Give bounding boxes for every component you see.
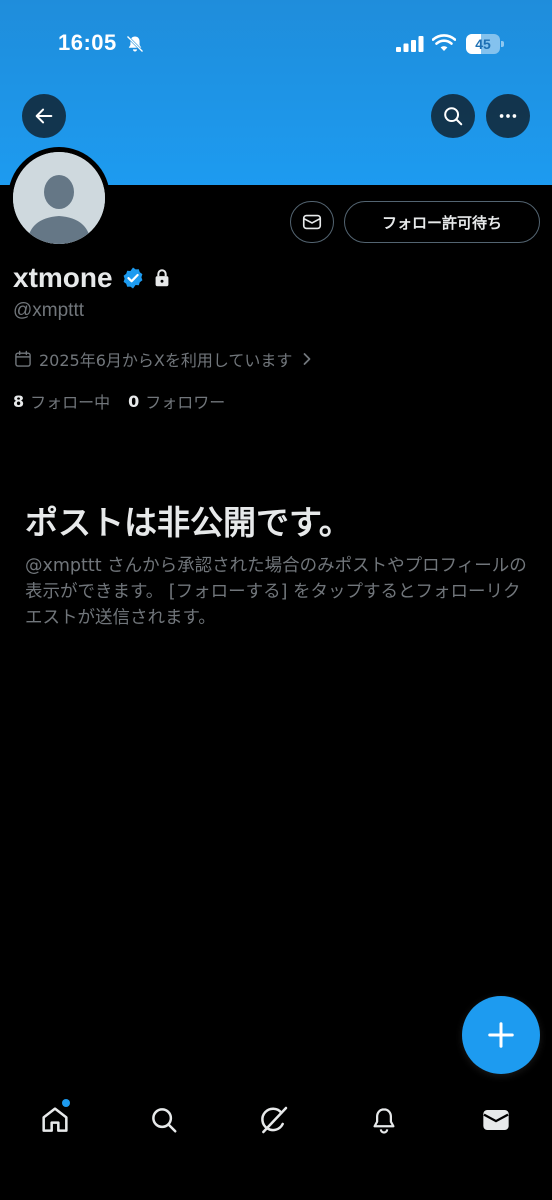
- calendar-icon: [15, 350, 31, 367]
- wifi-icon: [432, 34, 456, 51]
- grok-icon: [261, 1106, 288, 1134]
- display-name: xtmone: [13, 262, 113, 293]
- message-button[interactable]: [290, 201, 334, 243]
- home-icon: [42, 1107, 68, 1132]
- nav-home[interactable]: [35, 1100, 75, 1140]
- following-label[interactable]: フォロー中: [30, 389, 110, 413]
- envelope-icon: [302, 214, 322, 230]
- back-button[interactable]: [22, 94, 66, 138]
- search-icon: [444, 107, 463, 126]
- avatar[interactable]: [8, 147, 110, 249]
- bell-icon: [373, 1108, 395, 1134]
- follow-stats: 8 フォロー中 0 フォロワー: [13, 389, 243, 413]
- nav-messages[interactable]: [476, 1100, 516, 1140]
- bottom-navigation: [0, 1086, 552, 1156]
- lock-icon: [155, 269, 168, 287]
- search-button[interactable]: [431, 94, 475, 138]
- private-posts-description: @xmpttt さんから承認された場合のみポストやプロフィールの表示ができます。…: [25, 556, 527, 628]
- plus-icon: [488, 1022, 514, 1048]
- joined-text: 2025年6月からXを利用しています: [39, 351, 293, 370]
- followers-count[interactable]: 0: [128, 392, 139, 411]
- battery-icon: 45: [466, 34, 504, 54]
- user-handle: @xmpttt: [13, 300, 85, 321]
- more-button[interactable]: [486, 94, 530, 138]
- cellular-signal-icon: [396, 36, 424, 52]
- following-count[interactable]: 8: [13, 392, 24, 411]
- nav-notifications[interactable]: [364, 1100, 404, 1140]
- private-posts-title: ポストは非公開です。: [25, 503, 352, 542]
- search-icon: [152, 1108, 177, 1133]
- battery-level: 45: [475, 36, 491, 52]
- arrow-left-icon: [35, 108, 53, 124]
- bell-slash-icon: [126, 35, 144, 53]
- status-time: 16:05: [58, 30, 117, 55]
- more-horizontal-icon: [499, 114, 517, 118]
- name-row: xtmone: [13, 260, 173, 296]
- verified-badge-icon[interactable]: [121, 266, 145, 290]
- joined-date[interactable]: 2025年6月からXを利用しています: [13, 347, 314, 371]
- default-avatar-icon: [13, 152, 105, 244]
- nav-grok[interactable]: [254, 1100, 294, 1140]
- chevron-right-icon: [303, 353, 311, 365]
- compose-post-button[interactable]: [462, 996, 540, 1074]
- followers-label[interactable]: フォロワー: [145, 389, 225, 413]
- nav-search[interactable]: [144, 1100, 184, 1140]
- home-notification-dot: [62, 1099, 70, 1107]
- follow-pending-button[interactable]: フォロー許可待ち: [344, 201, 540, 243]
- envelope-icon: [483, 1110, 509, 1130]
